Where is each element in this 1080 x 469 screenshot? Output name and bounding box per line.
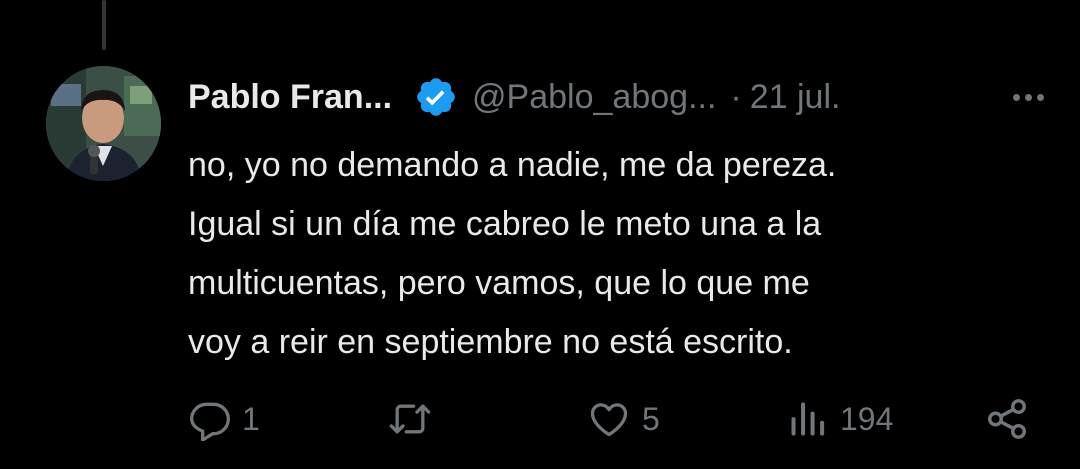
views-icon bbox=[791, 402, 825, 436]
tweet-text-line: multicuentas, pero vamos, que lo que me bbox=[188, 264, 810, 302]
more-options-icon[interactable] bbox=[1013, 93, 1048, 101]
heart-icon bbox=[590, 403, 628, 437]
like-button[interactable]: 5 bbox=[586, 394, 660, 444]
verified-badge-icon[interactable] bbox=[414, 75, 458, 119]
avatar[interactable] bbox=[46, 66, 161, 181]
share-icon bbox=[988, 399, 1026, 439]
retweet-button[interactable] bbox=[386, 394, 444, 444]
share-button[interactable] bbox=[984, 394, 1030, 444]
tweet-text: no, yo no demando a nadie, me da pereza.… bbox=[188, 136, 1048, 372]
tweet-actions-bar: 1 5 194 bbox=[188, 394, 1048, 444]
reply-icon bbox=[190, 402, 230, 441]
author-handle[interactable]: @Pablo_abog... bbox=[472, 78, 716, 117]
views-button[interactable]: 194 bbox=[786, 394, 893, 444]
tweet-header: Pablo Fran... @Pablo_abog... · 21 jul. bbox=[188, 74, 1048, 120]
reply-button[interactable]: 1 bbox=[188, 394, 260, 444]
author-name[interactable]: Pablo Fran... bbox=[188, 78, 392, 117]
tweet-date[interactable]: 21 jul. bbox=[750, 78, 841, 117]
tweet-text-line: no, yo no demando a nadie, me da pereza. bbox=[188, 146, 837, 184]
reply-count: 1 bbox=[242, 400, 260, 437]
thread-connector-line bbox=[102, 0, 106, 50]
separator-dot: · bbox=[730, 77, 742, 116]
retweet-icon bbox=[389, 404, 431, 434]
avatar-image bbox=[46, 66, 161, 181]
views-count: 194 bbox=[840, 400, 894, 437]
tweet-text-line: Igual si un día me cabreo le meto una a … bbox=[188, 205, 822, 243]
like-count: 5 bbox=[642, 400, 660, 437]
tweet-text-line: voy a reir en septiembre no está escrito… bbox=[188, 323, 793, 361]
